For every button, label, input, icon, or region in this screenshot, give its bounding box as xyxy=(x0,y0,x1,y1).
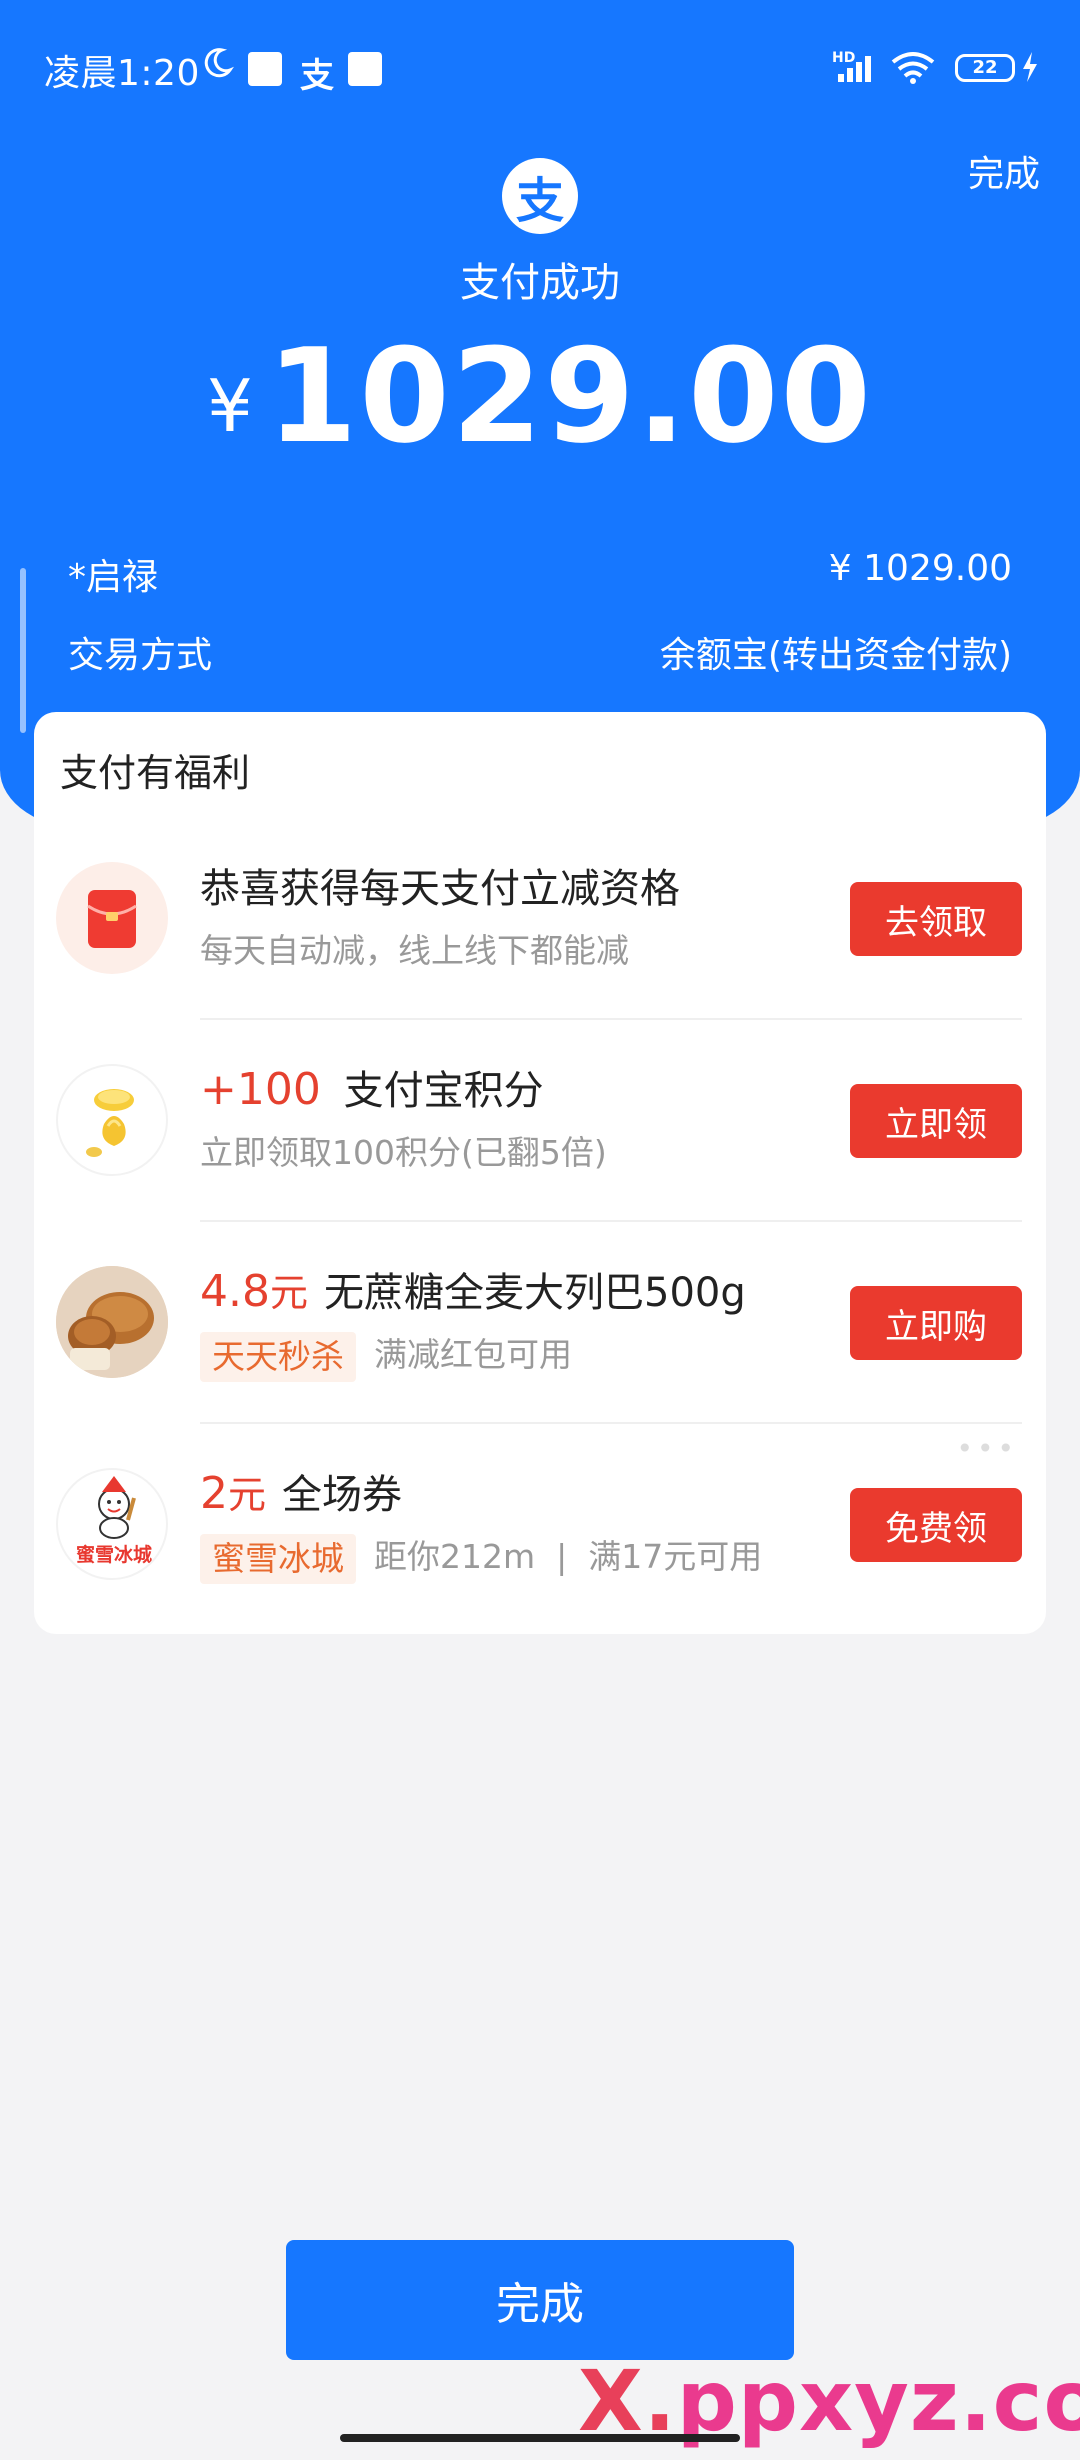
signal-icon xyxy=(838,56,871,82)
benefit-subtitle: 每天自动减，线上线下都能减 xyxy=(200,931,629,970)
payee-amount: ¥ 1029.00 xyxy=(828,548,1012,589)
done-button[interactable]: 完成 xyxy=(286,2240,794,2360)
payee-name: *启禄 xyxy=(68,557,159,598)
coupon-value-highlight: 2 xyxy=(200,1468,228,1519)
free-claim-button[interactable]: 免费领 xyxy=(850,1488,1022,1562)
benefits-title: 支付有福利 xyxy=(60,751,251,795)
benefit-title: 2元 全场券 xyxy=(200,1462,402,1520)
benefit-item-mixue-coupon[interactable]: 蜜雪冰城 2元 全场券 蜜雪冰城 距你212m | 满17元可用 免费领 xyxy=(34,1424,1046,1624)
scroll-indicator xyxy=(20,568,26,733)
coupon-title: 全场券 xyxy=(282,1472,403,1518)
status-time: 凌晨1:20 xyxy=(44,53,200,94)
home-indicator[interactable] xyxy=(340,2434,740,2442)
benefit-item-discount[interactable]: 恭喜获得每天支付立减资格 每天自动减，线上线下都能减 去领取 xyxy=(34,818,1046,1018)
status-bar: 凌晨1:20 支 HD 22 xyxy=(0,0,1080,135)
mixue-logo-icon: 蜜雪冰城 xyxy=(56,1468,168,1580)
benefit-item-bread[interactable]: 4.8元 无蔗糖全麦大列巴500g 天天秒杀 满减红包可用 立即购 xyxy=(34,1222,1046,1422)
benefits-card: 支付有福利 恭喜获得每天支付立减资格 每天自动减，线上线下都能减 去领取 +10… xyxy=(34,712,1046,1634)
notification-square-icon xyxy=(248,52,282,86)
payment-method-label: 交易方式 xyxy=(68,635,213,676)
benefit-subtitle: 蜜雪冰城 距你212m | 满17元可用 xyxy=(200,1530,762,1584)
store-tag: 蜜雪冰城 xyxy=(200,1533,356,1584)
notification-square-icon xyxy=(348,52,382,86)
points-title: 支付宝积分 xyxy=(343,1068,544,1114)
bread-icon xyxy=(56,1266,168,1378)
payment-method-value: 余额宝(转出资金付款) xyxy=(659,635,1012,676)
price-highlight: 4.8 xyxy=(200,1266,270,1317)
product-title: 无蔗糖全麦大列巴500g xyxy=(324,1270,746,1316)
claim-points-button[interactable]: 立即领 xyxy=(850,1084,1022,1158)
payment-method-row: 交易方式 余额宝(转出资金付款) xyxy=(68,626,1012,678)
gold-coin-icon xyxy=(56,1064,168,1176)
alipay-logo-glyph: 支 xyxy=(515,173,564,229)
payee-row: *启禄 ¥ 1029.00 xyxy=(68,548,1012,600)
benefit-subtitle: 立即领取100积分(已翻5倍) xyxy=(200,1133,607,1172)
moon-icon xyxy=(204,48,234,78)
points-highlight: +100 xyxy=(200,1064,321,1115)
claim-button[interactable]: 去领取 xyxy=(850,882,1022,956)
coupon-value-unit: 元 xyxy=(228,1473,267,1517)
benefit-title: 4.8元 无蔗糖全麦大列巴500g xyxy=(200,1260,746,1318)
payment-amount: ¥1029.00 xyxy=(0,320,1080,472)
buy-now-button[interactable]: 立即购 xyxy=(850,1286,1022,1360)
benefit-subtitle: 天天秒杀 满减红包可用 xyxy=(200,1328,572,1382)
mixue-logo-text: 蜜雪冰城 xyxy=(75,1544,152,1566)
coupon-note: 满减红包可用 xyxy=(374,1335,572,1374)
flash-sale-tag: 天天秒杀 xyxy=(200,1331,356,1382)
price-unit: 元 xyxy=(269,1271,308,1315)
done-link-top[interactable]: 完成 xyxy=(968,145,1040,197)
benefit-item-points[interactable]: +100 支付宝积分 立即领取100积分(已翻5倍) 立即领 xyxy=(34,1020,1046,1220)
payment-success-page: 凌晨1:20 支 HD 22 完成 支 支付成功 ¥1029.00 *启禄 ¥ … xyxy=(0,0,1080,2460)
alipay-notification-icon: 支 xyxy=(300,56,334,96)
charging-icon xyxy=(1023,52,1037,82)
coupon-conditions: 距你212m | 满17元可用 xyxy=(374,1537,763,1576)
red-envelope-icon xyxy=(56,862,168,974)
alipay-logo-icon: 支 xyxy=(502,158,578,234)
wifi-icon xyxy=(891,52,935,84)
benefit-title: 恭喜获得每天支付立减资格 xyxy=(200,866,680,912)
battery-icon: 22 xyxy=(955,54,1015,82)
currency-symbol: ¥ xyxy=(207,364,253,448)
payment-status: 支付成功 xyxy=(460,260,620,306)
amount-value: 1029.00 xyxy=(266,320,873,472)
benefit-title: +100 支付宝积分 xyxy=(200,1058,544,1116)
